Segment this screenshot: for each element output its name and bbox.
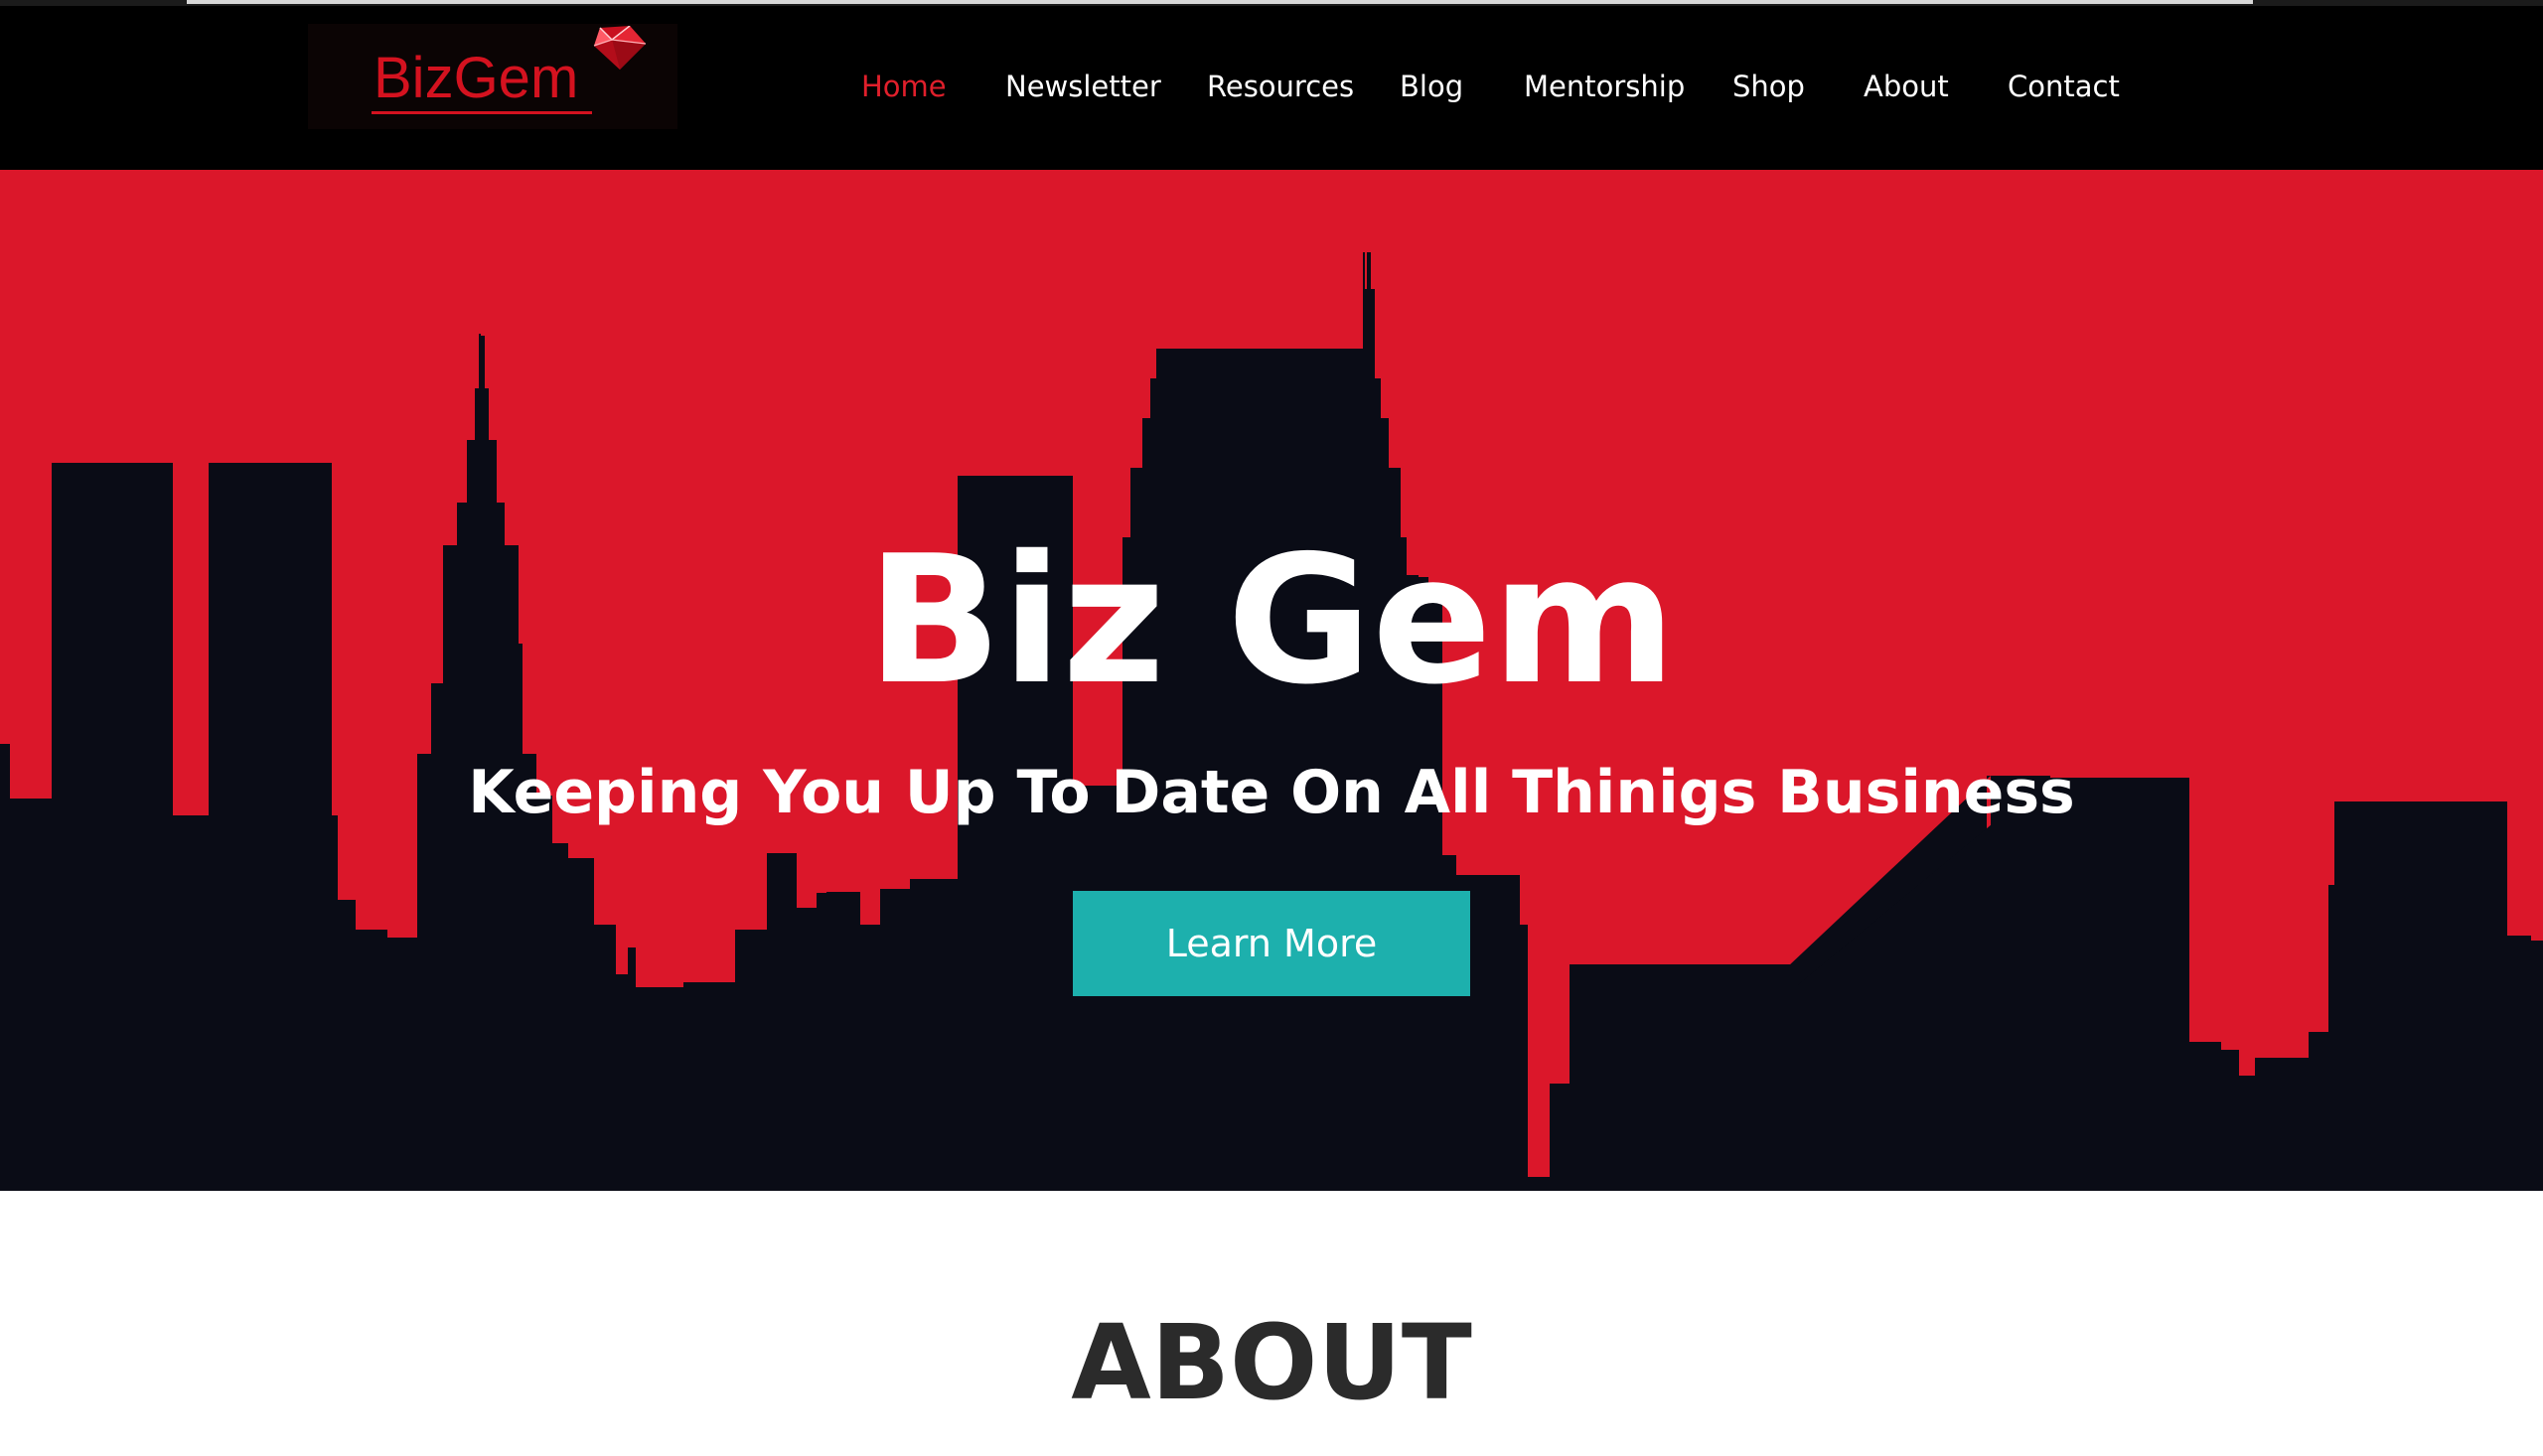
nav-newsletter[interactable]: Newsletter xyxy=(1005,70,1161,103)
page: BizGem Home Newsletter Resources Blog Me… xyxy=(0,0,2543,1456)
nav-about[interactable]: About xyxy=(1864,70,1949,103)
hero-title: Biz Gem xyxy=(866,517,1677,723)
nav-blog[interactable]: Blog xyxy=(1400,70,1463,103)
main-nav: Home Newsletter Resources Blog Mentorshi… xyxy=(0,0,2543,170)
site-header: BizGem Home Newsletter Resources Blog Me… xyxy=(0,0,2543,170)
nav-home[interactable]: Home xyxy=(861,70,947,103)
nav-shop[interactable]: Shop xyxy=(1732,70,1805,103)
hero-subtitle: Keeping You Up To Date On All Thinigs Bu… xyxy=(468,758,2075,827)
nav-contact[interactable]: Contact xyxy=(2008,70,2120,103)
window-top-edge xyxy=(0,0,2543,6)
hero-section: Biz Gem Keeping You Up To Date On All Th… xyxy=(0,170,2543,1191)
learn-more-button[interactable]: Learn More xyxy=(1073,891,1470,996)
about-heading: ABOUT xyxy=(1071,1302,1472,1423)
nav-resources[interactable]: Resources xyxy=(1207,70,1354,103)
nav-mentorship[interactable]: Mentorship xyxy=(1524,70,1685,103)
